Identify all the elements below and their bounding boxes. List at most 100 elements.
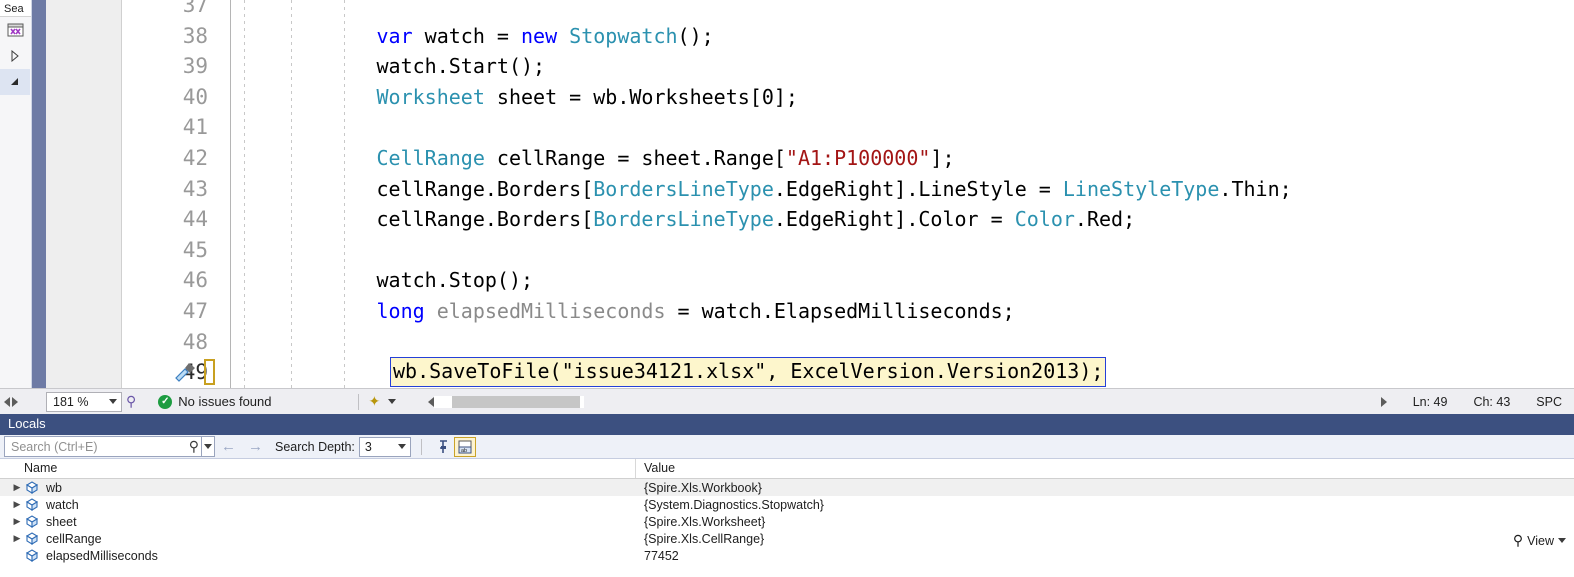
line-number: 37 (182, 0, 208, 17)
no-issues-check-icon: ✓ (158, 394, 173, 409)
code-line[interactable]: cellRange.Borders[BordersLineType.EdgeRi… (232, 204, 1574, 235)
toolbox-icon[interactable] (0, 17, 30, 43)
table-row[interactable]: ▶ watch {System.Diagnostics.Stopwatch} (0, 496, 1574, 513)
locals-toolbar: Search (Ctrl+E) ⚲ ← → Search Depth: 3 ab (0, 435, 1574, 459)
line-number: 46 (182, 268, 208, 293)
search-icon[interactable]: ⚲ (189, 438, 199, 455)
locals-panel-title: Locals (0, 414, 1574, 435)
line-number: 45 (182, 237, 208, 262)
variable-value[interactable]: {Spire.Xls.Worksheet} (636, 515, 1574, 529)
code-line[interactable]: watch.Start(); (232, 51, 1574, 82)
code-line[interactable]: CellRange cellRange = sheet.Range["A1:P1… (232, 143, 1574, 174)
code-line[interactable] (232, 0, 1574, 21)
search-input[interactable]: Search (Ctrl+E) ⚲ (4, 436, 202, 457)
code-line[interactable] (232, 235, 1574, 266)
cell-name: ▶ cellRange (0, 532, 636, 546)
code-token: long (376, 299, 425, 323)
code-cleanup-chevron-down-icon[interactable] (388, 399, 397, 404)
code-token: (); (677, 23, 714, 48)
line-number: 48 (182, 329, 208, 354)
expand-right-icon[interactable] (0, 43, 30, 69)
variable-value[interactable]: {Spire.Xls.CellRange} (636, 532, 1574, 546)
line-number: 43 (182, 176, 208, 201)
code-token: cellRange = sheet.Range[ (484, 146, 786, 170)
editor-left-margin (46, 0, 122, 394)
code-line[interactable]: watch.Stop(); (232, 265, 1574, 296)
search-depth-combo[interactable]: 3 (358, 436, 411, 457)
table-row[interactable]: ▶ sheet {Spire.Xls.Worksheet} (0, 513, 1574, 530)
show-raw-values-icon[interactable]: ab (453, 436, 476, 457)
variable-value[interactable]: {Spire.Xls.Workbook} (636, 481, 1574, 495)
table-row[interactable]: ▶ wb {Spire.Xls.Workbook} (0, 479, 1574, 496)
code-text-area[interactable]: var watch = new Stopwatch(); watch.Start… (232, 0, 1574, 388)
code-token: Stopwatch (569, 23, 678, 48)
code-line[interactable] (232, 112, 1574, 143)
expand-chevron-icon[interactable]: ▶ (10, 482, 24, 493)
code-cleanup-broom-icon[interactable]: ✦ (369, 393, 381, 410)
variable-name: wb (46, 480, 62, 495)
code-editor[interactable]: 37 38 39 40 41 42 43 44 45 46 47 48 49 v… (122, 0, 1574, 388)
left-tool-dock: Sea (0, 0, 32, 394)
table-row[interactable]: ▶ cellRange {Spire.Xls.CellRange} (0, 530, 1574, 547)
view-button[interactable]: ⚲ View (1513, 532, 1566, 549)
current-statement-highlight[interactable]: wb.SaveToFile("issue34121.xlsx", ExcelVe… (390, 357, 1107, 387)
pin-icon[interactable] (432, 437, 454, 457)
variable-value[interactable]: 77452 (636, 549, 1574, 563)
line-number: 40 (182, 84, 208, 109)
pin-glyph (439, 439, 447, 453)
code-token: Color (1014, 207, 1075, 232)
left-dock-tab-label[interactable]: Sea (0, 0, 31, 17)
nav-forward-icon[interactable] (12, 396, 18, 407)
statusbar-overflow-icon[interactable] (1380, 396, 1387, 407)
intellisense-magnifier-icon[interactable]: ⚲ (126, 393, 136, 410)
view-button-label: View (1527, 533, 1554, 548)
code-token: ]; (930, 146, 955, 170)
column-header-value[interactable]: Value (636, 459, 1574, 478)
locals-table-body: ▶ wb {Spire.Xls.Workbook} ▶ watch {System.Dia… (0, 479, 1574, 564)
variable-value[interactable]: {System.Diagnostics.Stopwatch} (636, 498, 1574, 512)
expand-right-glyph (11, 50, 19, 62)
variable-name: elapsedMilliseconds (46, 548, 158, 563)
search-options-dropdown[interactable] (202, 436, 215, 457)
line-number: 44 (182, 207, 208, 232)
cell-name: ▶ wb (0, 481, 636, 495)
table-row[interactable]: elapsedMilliseconds 77452 (0, 547, 1574, 564)
expand-chevron-icon[interactable]: ▶ (10, 533, 24, 544)
code-line[interactable]: long elapsedMilliseconds = watch.Elapsed… (232, 296, 1574, 327)
collapse-up-icon[interactable] (0, 69, 30, 95)
nav-back-icon[interactable] (4, 396, 10, 407)
insert-mode-indicator: SPC (1536, 394, 1562, 409)
horizontal-scrollbar[interactable] (434, 395, 585, 408)
horizontal-scrollbar-thumb[interactable] (452, 395, 581, 408)
zoom-level-combo[interactable]: 181 % (46, 391, 122, 412)
code-token: cellRange.Borders[ (376, 176, 594, 201)
code-line[interactable]: Worksheet sheet = wb.Worksheets[0]; (232, 82, 1574, 113)
code-token: = watch.ElapsedMilliseconds; (665, 299, 1015, 323)
statusbar-right-group: Ln: 49 Ch: 43 SPC (1380, 394, 1574, 409)
collapse-up-glyph (11, 78, 18, 85)
chevron-down-icon[interactable] (109, 399, 117, 404)
code-line[interactable]: var watch = new Stopwatch(); (232, 21, 1574, 52)
code-token: Worksheet (376, 84, 485, 109)
search-next-icon[interactable]: → (242, 438, 269, 455)
line-number: 39 (182, 54, 208, 79)
search-input-text: Search (Ctrl+E) (11, 439, 98, 454)
search-prev-icon[interactable]: ← (215, 438, 242, 455)
code-line[interactable] (232, 327, 1574, 358)
expand-chevron-icon[interactable]: ▶ (10, 499, 24, 510)
collapsed-region-bracket[interactable] (204, 359, 215, 385)
expand-chevron-icon[interactable]: ▶ (10, 516, 24, 527)
view-magnifier-icon: ⚲ (1512, 532, 1524, 548)
quick-actions-screwdriver-icon[interactable] (172, 360, 198, 386)
code-line[interactable]: cellRange.Borders[BordersLineType.EdgeRi… (232, 174, 1574, 205)
column-header-name[interactable]: Name (0, 459, 636, 478)
search-depth-value: 3 (364, 439, 372, 454)
statusbar-nav-buttons[interactable] (0, 396, 46, 407)
chevron-down-icon[interactable] (1558, 538, 1566, 543)
